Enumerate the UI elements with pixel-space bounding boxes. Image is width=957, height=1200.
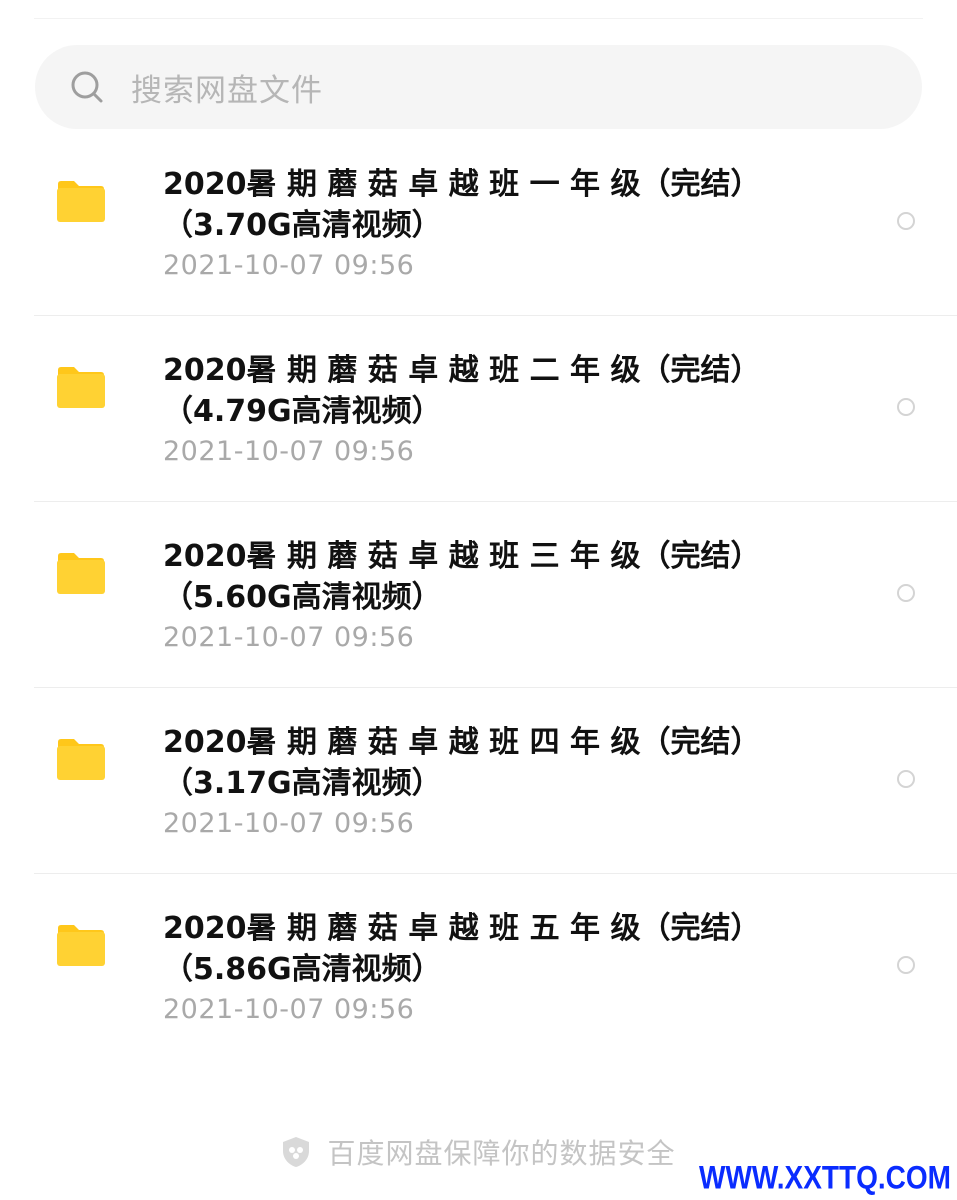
file-row[interactable]: 2020暑 期 蘑 菇 卓 越 班 一 年 级（完结）（3.70G高清视频） 20… (0, 130, 957, 316)
folder-icon (57, 739, 105, 780)
folder-icon (57, 181, 105, 222)
file-list-page: 搜索网盘文件 2020暑 期 蘑 菇 卓 越 班 一 年 级（完结）（3.70G… (0, 0, 957, 1200)
file-date: 2021-10-07 09:56 (163, 622, 415, 653)
file-name: 2020暑 期 蘑 菇 卓 越 班 三 年 级（完结）（5.60G高清视频） (163, 539, 761, 615)
footer-security-text: 百度网盘保障你的数据安全 (327, 1137, 676, 1170)
file-date: 2021-10-07 09:56 (163, 994, 415, 1025)
folder-icon (57, 925, 105, 966)
radio-circle-icon[interactable] (897, 584, 915, 602)
file-date: 2021-10-07 09:56 (163, 808, 415, 839)
folder-icon (57, 367, 105, 408)
file-row[interactable]: 2020暑 期 蘑 菇 卓 越 班 四 年 级（完结）（3.17G高清视频） 20… (0, 688, 957, 874)
search-bar[interactable]: 搜索网盘文件 (35, 45, 922, 129)
watermark: WWW.XXTTQ.COM (699, 1159, 951, 1196)
file-row[interactable]: 2020暑 期 蘑 菇 卓 越 班 三 年 级（完结）（5.60G高清视频） 20… (0, 502, 957, 688)
radio-circle-icon[interactable] (897, 398, 915, 416)
file-name: 2020暑 期 蘑 菇 卓 越 班 五 年 级（完结）（5.86G高清视频） (163, 911, 761, 987)
radio-circle-icon[interactable] (897, 956, 915, 974)
search-icon (71, 71, 103, 103)
shield-icon (283, 1137, 310, 1167)
file-row[interactable]: 2020暑 期 蘑 菇 卓 越 班 二 年 级（完结）（4.79G高清视频） 20… (0, 316, 957, 502)
top-divider (34, 18, 923, 19)
file-date: 2021-10-07 09:56 (163, 250, 415, 281)
file-list: 2020暑 期 蘑 菇 卓 越 班 一 年 级（完结）（3.70G高清视频） 20… (0, 130, 957, 1060)
file-name: 2020暑 期 蘑 菇 卓 越 班 四 年 级（完结）（3.17G高清视频） (163, 725, 761, 801)
file-row[interactable]: 2020暑 期 蘑 菇 卓 越 班 五 年 级（完结）（5.86G高清视频） 20… (0, 874, 957, 1060)
file-name: 2020暑 期 蘑 菇 卓 越 班 一 年 级（完结）（3.70G高清视频） (163, 167, 761, 243)
radio-circle-icon[interactable] (897, 212, 915, 230)
search-input[interactable]: 搜索网盘文件 (131, 65, 323, 110)
radio-circle-icon[interactable] (897, 770, 915, 788)
file-date: 2021-10-07 09:56 (163, 436, 415, 467)
folder-icon (57, 553, 105, 594)
file-name: 2020暑 期 蘑 菇 卓 越 班 二 年 级（完结）（4.79G高清视频） (163, 353, 761, 429)
